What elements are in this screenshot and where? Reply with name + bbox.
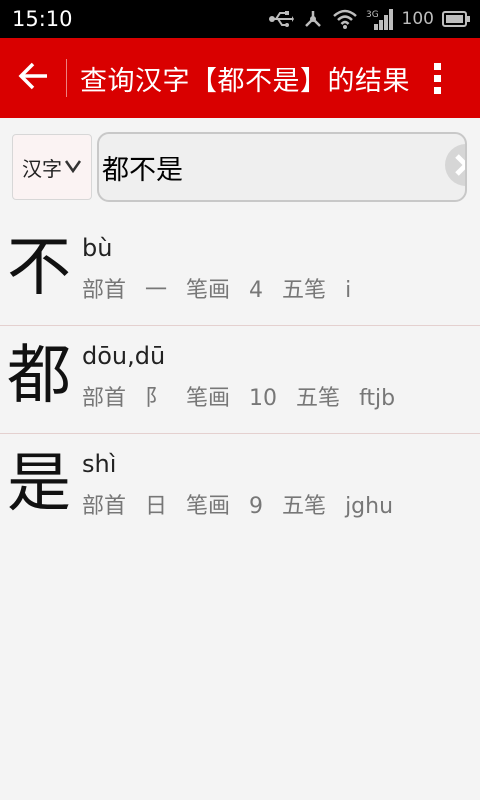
- overflow-menu-icon[interactable]: [434, 62, 448, 94]
- status-bar: 15:10 3G 100: [0, 0, 480, 38]
- result-character: 不: [7, 231, 71, 305]
- list-item[interactable]: 不 bù 部首 一 笔画 4 五笔 i: [0, 218, 480, 326]
- result-meta: 部首 日 笔画 9 五笔 jghu: [82, 488, 405, 520]
- radical-value: 阝: [145, 386, 168, 411]
- result-character: 是: [7, 447, 71, 521]
- list-item[interactable]: 都 dōu,dū 部首 阝 笔画 10 五笔 ftjb: [0, 326, 480, 434]
- result-pinyin: shì: [82, 450, 117, 478]
- search-type-label: 汉字: [22, 156, 62, 181]
- result-pinyin: dōu,dū: [82, 342, 166, 370]
- radical-label: 部首: [82, 494, 127, 519]
- result-pinyin: bù: [82, 234, 113, 262]
- app-bar-divider: [66, 59, 67, 97]
- battery-level: 100: [401, 9, 434, 29]
- network-type-label: 3G: [366, 10, 379, 20]
- strokes-value: 10: [249, 386, 278, 411]
- result-character: 都: [7, 339, 71, 413]
- wubi-label: 五笔: [282, 278, 327, 303]
- clear-button[interactable]: [444, 134, 465, 200]
- radical-label: 部首: [82, 386, 127, 411]
- back-arrow-icon: [17, 61, 49, 95]
- clear-icon: [444, 143, 465, 191]
- radical-value: 日: [145, 494, 168, 519]
- radical-label: 部首: [82, 278, 127, 303]
- list-item[interactable]: 是 shì 部首 日 笔画 9 五笔 jghu: [0, 434, 480, 542]
- battery-icon: [442, 10, 470, 28]
- strokes-label: 笔画: [186, 494, 231, 519]
- app-bar: 查询汉字【都不是】的结果: [0, 38, 480, 118]
- status-time: 15:10: [12, 7, 73, 31]
- search-box: [97, 132, 467, 202]
- wubi-value: i: [345, 278, 352, 303]
- wubi-label: 五笔: [296, 386, 341, 411]
- page-title: 查询汉字【都不是】的结果: [80, 65, 410, 97]
- strokes-label: 笔画: [186, 386, 231, 411]
- radical-value: 一: [145, 278, 168, 303]
- wubi-label: 五笔: [282, 494, 327, 519]
- back-button[interactable]: [0, 38, 66, 118]
- usb-icon: [268, 9, 294, 29]
- strokes-label: 笔画: [186, 278, 231, 303]
- share-icon: [302, 8, 324, 30]
- status-icons: 3G 100: [268, 8, 470, 30]
- strokes-value: 9: [249, 494, 264, 519]
- search-row: 汉字: [0, 118, 480, 218]
- results-list: 不 bù 部首 一 笔画 4 五笔 i 都 dōu,dū 部首 阝 笔画 10 …: [0, 218, 480, 542]
- result-meta: 部首 一 笔画 4 五笔 i: [82, 272, 363, 304]
- wubi-value: jghu: [345, 494, 394, 519]
- chevron-down-icon: [64, 158, 82, 177]
- signal-icon: 3G: [366, 8, 394, 30]
- strokes-value: 4: [249, 278, 264, 303]
- search-type-selector[interactable]: 汉字: [12, 134, 92, 200]
- search-input[interactable]: [99, 134, 444, 200]
- result-meta: 部首 阝 笔画 10 五笔 ftjb: [82, 380, 407, 412]
- wifi-icon: [332, 8, 358, 30]
- wubi-value: ftjb: [359, 386, 396, 411]
